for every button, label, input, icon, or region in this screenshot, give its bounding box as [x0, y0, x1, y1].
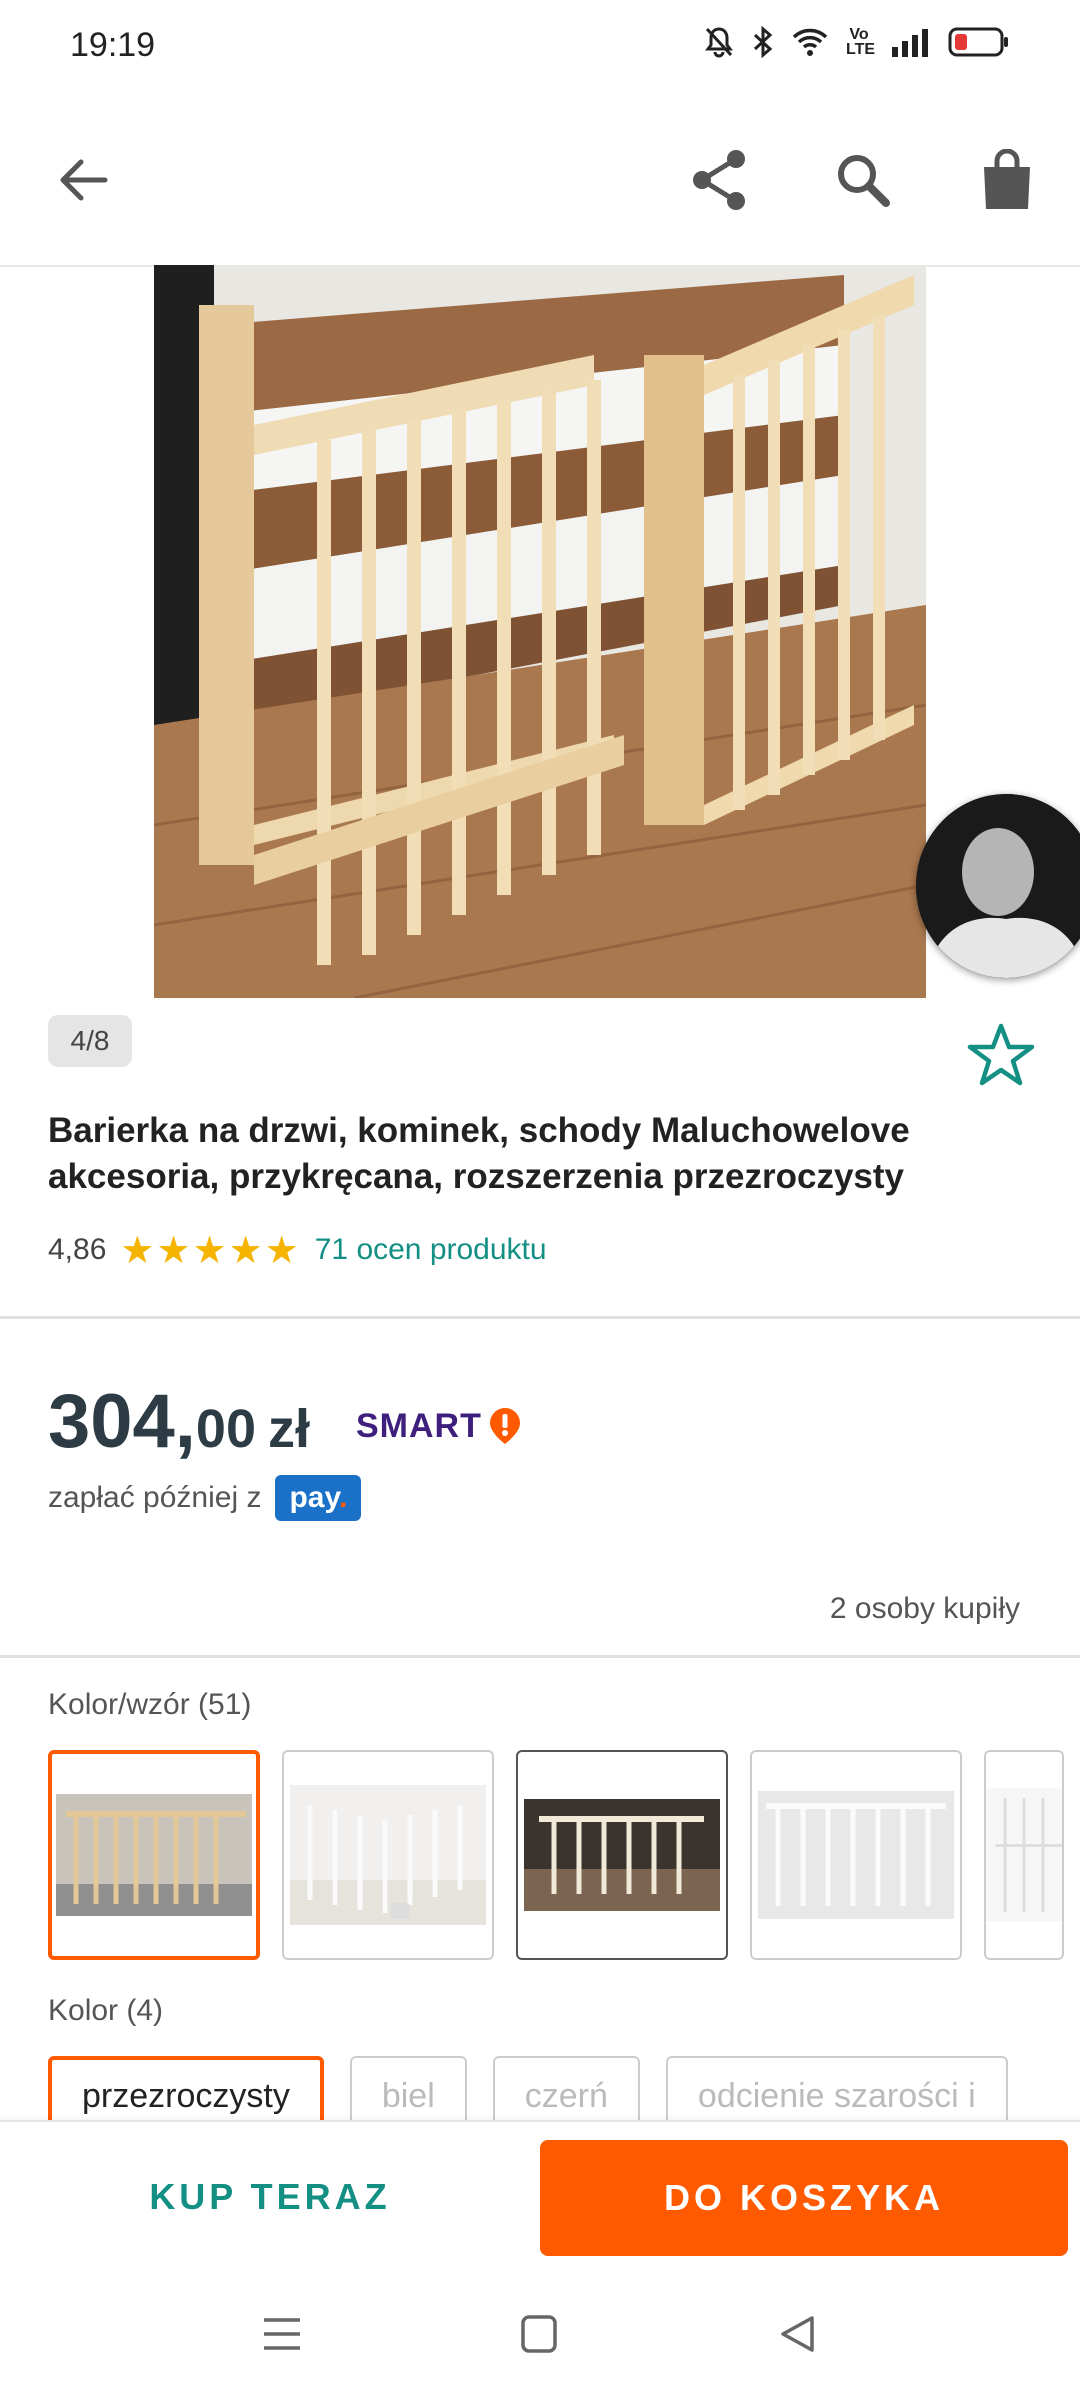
status-time: 19:19 [70, 26, 156, 64]
variant-thumbnail[interactable] [516, 1750, 728, 1960]
back-button[interactable] [48, 145, 118, 215]
signal-icon [892, 29, 928, 57]
variant-image [56, 1794, 252, 1916]
divider [0, 1316, 1080, 1319]
wifi-icon [792, 28, 828, 56]
divider [0, 1655, 1080, 1658]
variant-thumbnail[interactable] [984, 1750, 1064, 1960]
search-button[interactable] [828, 145, 898, 215]
shopping-bag-icon [984, 149, 1030, 209]
smart-exclamation-icon [489, 1408, 520, 1444]
assistant-avatar[interactable] [916, 794, 1080, 978]
battery-low-icon [948, 27, 1008, 57]
status-bar: 19:19 Vo LTE [0, 0, 1080, 95]
system-nav-bar [0, 2270, 1080, 2400]
purchase-bar: KUP TERAZ DO KOSZYKA [0, 2120, 1080, 2272]
color-pattern-label: Kolor/wzór (51) [48, 1688, 252, 1721]
volte-icon: Vo LTE [846, 26, 876, 58]
rating-value: 4,86 [48, 1233, 107, 1266]
back-arrow-icon [60, 159, 108, 201]
pay-later-row[interactable]: zapłać później z pay. [48, 1475, 362, 1521]
pay-later-text: zapłać później z [48, 1481, 262, 1514]
product-title: Barierka na drzwi, kominek, schody Maluc… [48, 1111, 910, 1196]
search-icon [838, 155, 890, 207]
rating-stars: ★★★★★ [120, 1229, 301, 1272]
bluetooth-icon [753, 26, 773, 58]
variant-image [290, 1785, 486, 1925]
star-outline-icon [967, 1023, 1035, 1086]
price-currency: zł [268, 1399, 311, 1459]
smart-badge: SMART [356, 1406, 522, 1446]
menu-icon[interactable] [262, 2316, 302, 2352]
pay-badge: pay. [275, 1475, 362, 1521]
color-label: Kolor (4) [48, 1994, 164, 2027]
cart-button[interactable] [972, 145, 1042, 215]
avatar-photo [916, 794, 1080, 978]
variant-thumbnail[interactable] [282, 1750, 494, 1960]
top-app-bar [0, 95, 1080, 267]
bell-off-icon [705, 27, 733, 58]
product-image[interactable] [154, 265, 926, 998]
status-icons: Vo LTE [704, 26, 1010, 58]
gallery-counter: 4/8 [48, 1015, 132, 1067]
home-square-icon[interactable] [520, 2314, 558, 2354]
share-icon [693, 150, 745, 210]
price-main: 304, [48, 1379, 196, 1464]
buy-now-button[interactable]: KUP TERAZ [0, 2122, 540, 2272]
favorite-button[interactable] [966, 1020, 1036, 1090]
rating-row[interactable]: 4,86 ★★★★★ 71 ocen produktu [48, 1225, 547, 1275]
color-pattern-thumbnails [48, 1750, 1064, 1960]
variant-image [758, 1791, 954, 1919]
smart-label: SMART [356, 1406, 482, 1445]
variant-image [986, 1788, 1062, 1922]
add-to-cart-button[interactable]: DO KOSZYKA [540, 2140, 1068, 2256]
back-triangle-icon[interactable] [778, 2314, 816, 2354]
share-button[interactable] [684, 145, 754, 215]
variant-image [524, 1799, 720, 1911]
variant-thumbnail[interactable] [750, 1750, 962, 1960]
bought-count: 2 osoby kupiły [829, 1592, 1020, 1625]
reviews-link[interactable]: 71 ocen produktu [315, 1233, 547, 1267]
price-decimals: 00 [195, 1399, 256, 1459]
price: 304, 00 zł [48, 1378, 310, 1465]
variant-thumbnail[interactable] [48, 1750, 260, 1960]
